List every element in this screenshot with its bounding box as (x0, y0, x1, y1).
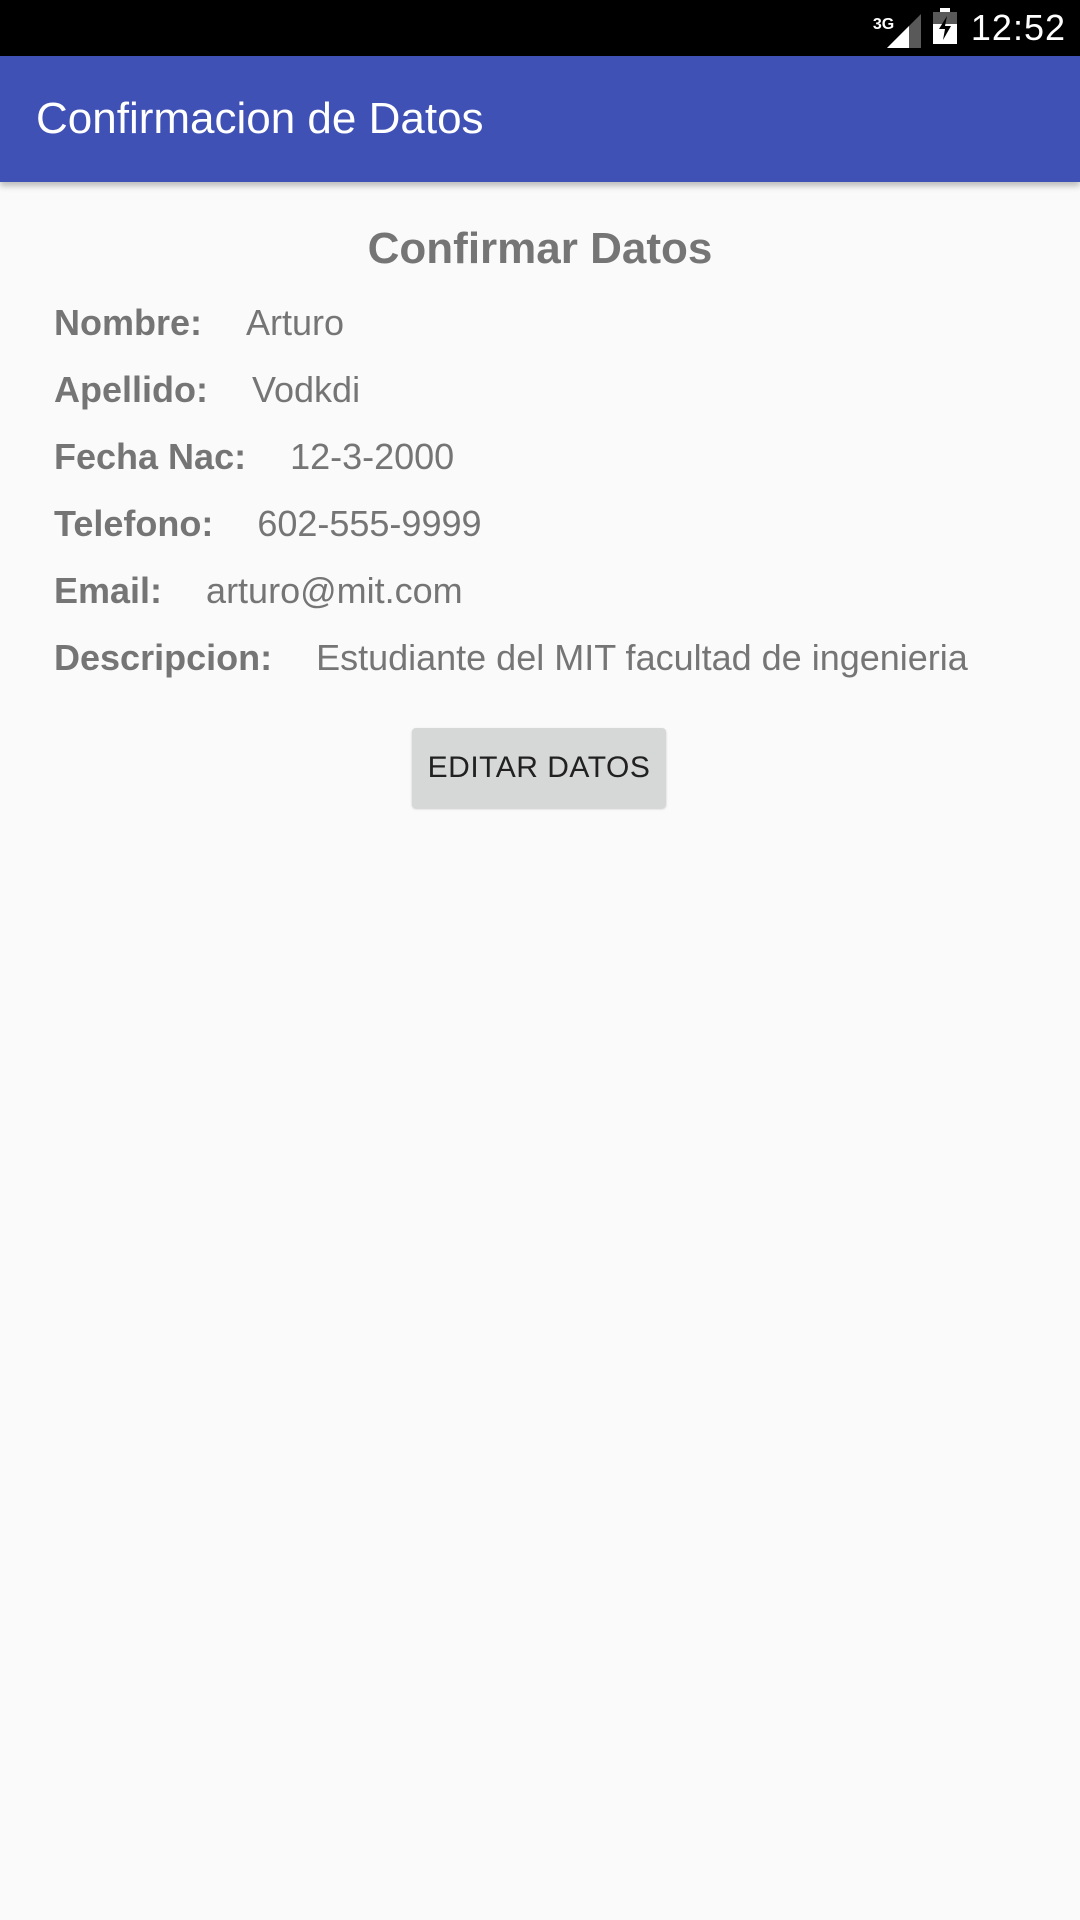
field-value: 602-555-9999 (257, 503, 482, 544)
field-row-telefono: Telefono: 602-555-9999 (54, 503, 482, 545)
field-value: 12-3-2000 (290, 436, 455, 477)
battery-icon (932, 7, 957, 49)
field-row-email: Email: arturo@mit.com (54, 570, 463, 612)
edit-data-button[interactable]: EDITAR DATOS (412, 728, 666, 808)
field-value: arturo@mit.com (206, 570, 463, 611)
page-heading: Confirmar Datos (367, 224, 713, 273)
field-row-apellido: Apellido: Vodkdi (54, 369, 360, 411)
app-title: Confirmacion de Datos (36, 94, 484, 143)
field-row-descripcion: Descripcion: Estudiante del MIT facultad … (54, 637, 968, 679)
field-value: Vodkdi (251, 369, 361, 410)
app-bar: Confirmacion de Datos (0, 56, 1080, 182)
field-label: Descripcion: (54, 637, 273, 678)
signal-icon: 3G (873, 8, 921, 48)
field-label: Nombre: (54, 302, 203, 343)
field-label: Fecha Nac: (54, 436, 247, 477)
field-value: Arturo (246, 302, 345, 343)
status-bar: 3G 12:52 (0, 0, 1080, 56)
field-label: Apellido: (54, 369, 208, 410)
field-label: Email: (54, 570, 163, 611)
field-label: Telefono: (54, 503, 214, 544)
field-value: Estudiante del MIT facultad de ingenieri… (316, 637, 968, 678)
status-icons: 3G 12:52 (873, 0, 1066, 56)
field-row-nombre: Nombre: Arturo (54, 302, 344, 344)
field-row-fecha-nac: Fecha Nac: 12-3-2000 (54, 436, 454, 478)
clock: 12:52 (970, 7, 1066, 48)
